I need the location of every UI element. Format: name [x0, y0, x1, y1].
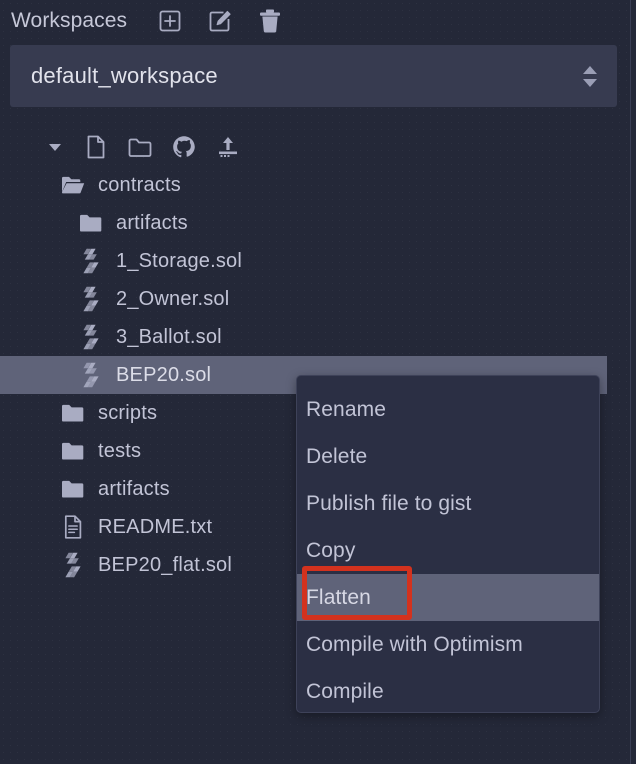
publish-to-gist-icon[interactable]	[215, 134, 241, 160]
context-menu-item[interactable]: Publish file to gist	[297, 480, 599, 527]
folder-icon	[78, 210, 104, 236]
context-menu-item-label: Copy	[306, 539, 355, 563]
tree-row-label: tests	[98, 440, 141, 463]
folder-open-icon	[60, 172, 86, 198]
context-menu-item-label: Publish file to gist	[306, 492, 471, 516]
workspace-select[interactable]: default_workspace	[10, 45, 617, 107]
tree-row-label: 2_Owner.sol	[116, 288, 229, 311]
workspaces-header: Workspaces	[0, 0, 636, 42]
file-context-menu: Rename Delete Publish file to gist Copy Flat…	[296, 375, 600, 713]
new-file-icon[interactable]	[83, 134, 109, 160]
chevron-down-icon	[583, 79, 597, 87]
context-menu-item-label: Flatten	[306, 586, 371, 610]
page-title: Workspaces	[11, 9, 127, 33]
workspace-select-spinner[interactable]	[573, 56, 607, 96]
workspace-select-value: default_workspace	[31, 63, 573, 89]
collapse-all-icon[interactable]	[45, 134, 65, 160]
tree-row-label: scripts	[98, 402, 157, 425]
text-file-icon	[60, 514, 86, 540]
context-menu-item[interactable]: Copy	[297, 527, 599, 574]
tree-row[interactable]: 3_Ballot.sol	[0, 318, 607, 356]
delete-workspace-icon[interactable]	[257, 8, 283, 34]
tree-row-label: 1_Storage.sol	[116, 250, 242, 273]
context-menu-item[interactable]: Flatten	[297, 574, 599, 621]
solidity-icon	[60, 552, 86, 578]
tree-row-label: BEP20_flat.sol	[98, 554, 232, 577]
github-icon[interactable]	[171, 134, 197, 160]
create-workspace-icon[interactable]	[157, 8, 183, 34]
context-menu-item[interactable]: Delete	[297, 433, 599, 480]
chevron-up-icon	[583, 66, 597, 74]
tree-row[interactable]: 1_Storage.sol	[0, 242, 607, 280]
context-menu-item-label: Compile	[306, 680, 384, 704]
solidity-icon	[78, 286, 104, 312]
tree-row[interactable]: 2_Owner.sol	[0, 280, 607, 318]
context-menu-item[interactable]: Rename	[297, 386, 599, 433]
solidity-icon	[78, 362, 104, 388]
file-explorer-toolbar	[0, 128, 607, 166]
tree-row-label: README.txt	[98, 516, 212, 539]
folder-icon	[60, 438, 86, 464]
context-menu-item[interactable]: Compile with Optimism	[297, 621, 599, 668]
tree-row-label: artifacts	[116, 212, 188, 235]
folder-icon	[60, 476, 86, 502]
tree-row-label: contracts	[98, 174, 181, 197]
new-folder-icon[interactable]	[127, 134, 153, 160]
context-menu-item-label: Rename	[306, 398, 386, 422]
tree-row-label: artifacts	[98, 478, 170, 501]
tree-row[interactable]: contracts	[0, 166, 607, 204]
edit-workspace-icon[interactable]	[207, 8, 233, 34]
context-menu-item[interactable]: Compile	[297, 668, 599, 713]
tree-row-label: BEP20.sol	[116, 364, 211, 387]
panel-gutter	[631, 0, 636, 764]
solidity-icon	[78, 248, 104, 274]
context-menu-item-label: Delete	[306, 445, 367, 469]
workspace-actions	[157, 8, 283, 34]
solidity-icon	[78, 324, 104, 350]
context-menu-item-label: Compile with Optimism	[306, 633, 523, 657]
tree-row-label: 3_Ballot.sol	[116, 326, 222, 349]
folder-icon	[60, 400, 86, 426]
tree-row[interactable]: artifacts	[0, 204, 607, 242]
